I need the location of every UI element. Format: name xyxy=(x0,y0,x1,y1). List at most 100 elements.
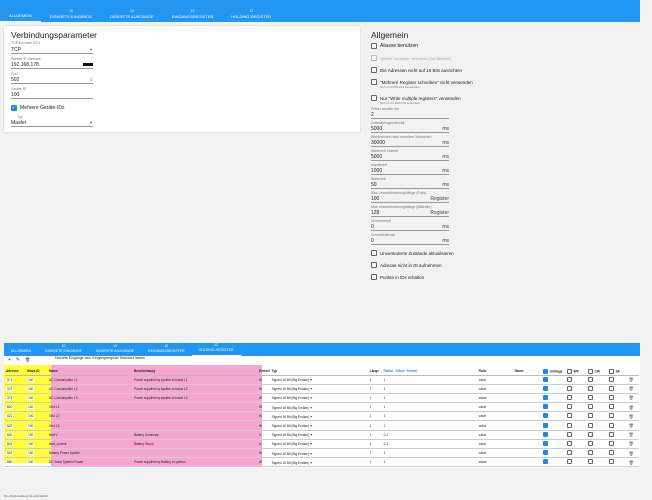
cell-slave[interactable]: 100 xyxy=(26,402,48,413)
trash-icon[interactable]: 🗑 xyxy=(629,451,634,456)
no-address-checkbox[interactable]: Adresse nicht in ID aufnehmen xyxy=(371,262,481,268)
general-field-input[interactable]: 1000 ms xyxy=(371,167,449,175)
cell-len[interactable]: 1 xyxy=(368,375,383,385)
checkbox-icon[interactable] xyxy=(587,413,593,419)
column-header[interactable]: Adresse xyxy=(5,368,26,376)
cell-cw[interactable] xyxy=(586,402,608,413)
cell-room[interactable] xyxy=(513,384,542,394)
cell-formel[interactable] xyxy=(405,420,478,431)
cell-role[interactable]: value xyxy=(477,420,514,431)
bottom-tab-4[interactable]: 12 HOLDING-REGISTER xyxy=(191,343,241,356)
general-field-input[interactable]: 2 xyxy=(371,111,449,119)
connection-type-select[interactable]: TCP ▼ xyxy=(11,46,93,54)
checkbox-checked-icon[interactable] xyxy=(542,376,548,382)
checkbox-checked-icon[interactable] xyxy=(542,385,548,391)
cell-len[interactable]: 1 xyxy=(368,420,383,431)
checkbox-icon[interactable] xyxy=(566,459,572,465)
cell-len[interactable]: 1 xyxy=(368,384,383,394)
cell-wp[interactable] xyxy=(565,384,587,394)
cell-poll[interactable] xyxy=(541,448,566,459)
checkbox-checked-icon[interactable] xyxy=(542,422,548,428)
cell-sf[interactable] xyxy=(607,384,628,394)
cell-len[interactable]: 1 xyxy=(368,448,383,459)
column-header[interactable]: Faktor xyxy=(382,368,395,376)
checkbox-icon[interactable] xyxy=(608,450,614,456)
cell-addr[interactable]: 372 xyxy=(5,384,26,394)
ip-input[interactable]: 192.168.178. xyxy=(11,61,93,69)
cell-type[interactable]: Signed 16 Bit (Big Endian) ▾ xyxy=(270,393,369,404)
general-field-input[interactable]: 0 ms xyxy=(371,223,449,231)
cell-delete[interactable]: 🗑 xyxy=(627,448,639,459)
column-header[interactable]: Name xyxy=(48,368,133,376)
cell-name[interactable]: Batt V xyxy=(48,430,133,440)
checkbox-icon[interactable] xyxy=(566,413,572,419)
cell-factor[interactable]: 1 xyxy=(382,457,395,468)
cell-poll[interactable] xyxy=(541,430,566,440)
cell-type[interactable]: Signed 16 Bit (Big Endian) ▾ xyxy=(270,384,369,394)
cell-role[interactable]: value xyxy=(477,411,514,422)
add-icon[interactable]: + xyxy=(8,357,11,363)
cell-cw[interactable] xyxy=(586,457,608,468)
checkbox-icon[interactable] xyxy=(608,422,614,428)
cell-offset[interactable] xyxy=(394,393,406,404)
cell-formel[interactable] xyxy=(405,384,478,394)
checkbox-checked-icon[interactable] xyxy=(542,394,548,400)
checkbox-icon[interactable] xyxy=(566,404,572,410)
cell-slave[interactable]: 100 xyxy=(26,393,48,404)
column-header[interactable]: WP xyxy=(565,368,587,376)
cell-type[interactable]: Signed 16 Bit (Big Endian) ▾ xyxy=(270,420,369,431)
cell-role[interactable]: value xyxy=(477,439,514,450)
cell-role[interactable]: value xyxy=(477,375,514,385)
cell-unit[interactable]: W xyxy=(258,393,271,404)
checkbox-checked-icon[interactable] xyxy=(542,450,548,456)
cell-len[interactable]: 1 xyxy=(368,411,383,422)
cell-offset[interactable] xyxy=(394,375,406,385)
trash-icon[interactable]: 🗑 xyxy=(629,423,634,428)
cell-room[interactable] xyxy=(513,393,542,404)
port-input[interactable]: 502 ⇕ xyxy=(11,76,93,84)
cell-addr[interactable]: 820 xyxy=(5,402,26,413)
cell-poll[interactable] xyxy=(541,439,566,450)
direct-address-checkbox[interactable]: Direkte Adressen benutzen (bei Aliasse) xyxy=(371,55,481,61)
cell-factor[interactable]: 1 xyxy=(382,411,395,422)
cell-unit[interactable]: W xyxy=(258,375,271,385)
cell-type[interactable]: Signed 16 Bit (Big Endian) ▾ xyxy=(270,402,369,413)
cell-len[interactable]: 1 xyxy=(368,393,383,404)
cell-addr[interactable]: 860 xyxy=(5,457,26,468)
bottom-tab-1[interactable]: 10 DISKRETE EINGÄNGE xyxy=(38,344,89,356)
cell-factor[interactable]: 1 xyxy=(382,393,395,404)
cell-name[interactable]: Batt_current xyxy=(48,439,133,450)
cell-sf[interactable] xyxy=(607,448,628,459)
checkbox-icon[interactable] xyxy=(587,422,593,428)
cell-role[interactable]: value xyxy=(477,448,514,459)
cell-offset[interactable] xyxy=(394,439,406,450)
trash-icon[interactable]: 🗑 xyxy=(25,357,30,363)
top-tab-1[interactable]: 10 DISKRETE EINGÄNGE xyxy=(41,9,101,22)
cell-role[interactable]: value xyxy=(477,393,514,404)
table-row[interactable]: 821 100 Grid L2 W Signed 16 Bit (Big Endian)… xyxy=(5,411,639,422)
trash-icon[interactable]: 🗑 xyxy=(629,395,634,400)
cell-type[interactable]: Signed 16 Bit (Big Endian) ▾ xyxy=(270,439,369,450)
cell-name[interactable]: AC Consumption L3 xyxy=(48,393,133,404)
cell-formel[interactable] xyxy=(405,411,478,422)
cell-desc[interactable]: Power supplied by system to loads L2 xyxy=(133,384,258,394)
cell-addr[interactable]: 821 xyxy=(5,411,26,422)
cell-len[interactable]: 1 xyxy=(368,402,383,413)
cell-type[interactable]: Signed 16 Bit (Big Endian) ▾ xyxy=(270,448,369,459)
cell-poll[interactable] xyxy=(541,457,566,468)
cell-offset[interactable] xyxy=(394,448,406,459)
cell-formel[interactable] xyxy=(405,448,478,459)
bottom-tab-0[interactable]: ALLGEMEIN xyxy=(4,349,38,356)
cell-slave[interactable]: 100 xyxy=(26,411,48,422)
table-row[interactable]: 822 100 Grid L3 W Signed 16 Bit (Big Endian)… xyxy=(5,420,639,431)
cell-cw[interactable] xyxy=(586,384,608,394)
cell-role[interactable]: value xyxy=(477,430,514,440)
cell-room[interactable] xyxy=(513,375,542,385)
cell-slave[interactable]: 100 xyxy=(26,375,48,385)
cell-type[interactable]: Signed 16 Bit (Big Endian) ▾ xyxy=(270,411,369,422)
cell-room[interactable] xyxy=(513,439,542,450)
edit-icon[interactable]: ✎ xyxy=(16,357,20,363)
cell-formel[interactable] xyxy=(405,375,478,385)
cell-wp[interactable] xyxy=(565,448,587,459)
cell-name[interactable]: Grid L3 xyxy=(48,420,133,431)
